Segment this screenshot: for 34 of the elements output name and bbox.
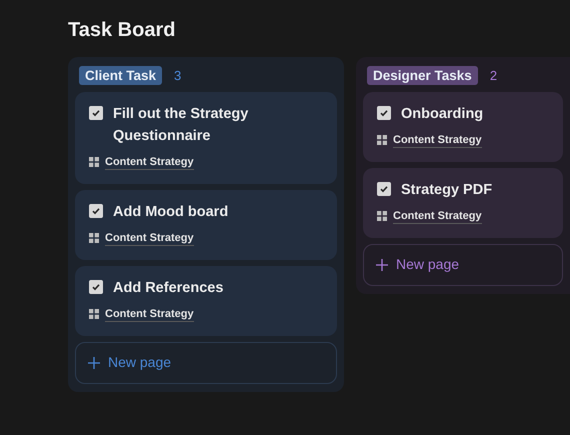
- grid-icon: [89, 233, 99, 243]
- grid-icon: [89, 157, 99, 167]
- card-count: 2: [490, 67, 498, 85]
- plus-icon: [376, 258, 388, 270]
- checkbox[interactable]: [89, 106, 103, 120]
- group-tag: Client Task: [79, 66, 162, 86]
- task-card[interactable]: Onboarding Content Strategy: [363, 92, 563, 162]
- card-count: 3: [174, 67, 182, 85]
- checkbox[interactable]: [89, 204, 103, 218]
- task-title: Add References: [113, 278, 224, 298]
- checkbox[interactable]: [89, 280, 103, 294]
- relation-link[interactable]: Content Strategy: [105, 306, 194, 322]
- relation-link[interactable]: Content Strategy: [393, 208, 482, 224]
- task-card[interactable]: Add Mood board Content Strategy: [75, 190, 337, 260]
- checkbox[interactable]: [377, 106, 391, 120]
- relation-link[interactable]: Content Strategy: [105, 230, 194, 246]
- task-card[interactable]: Fill out the Strategy Questionnaire Content Strategy: [75, 92, 337, 184]
- grid-icon: [89, 309, 99, 319]
- task-card[interactable]: Add References Content Strategy: [75, 266, 337, 336]
- task-title: Onboarding: [401, 104, 484, 124]
- relation-link[interactable]: Content Strategy: [393, 132, 482, 148]
- task-title: Strategy PDF: [401, 180, 492, 200]
- new-page-button[interactable]: New page: [363, 244, 563, 286]
- relation-link[interactable]: Content Strategy: [105, 154, 194, 170]
- task-title: Add Mood board: [113, 202, 228, 222]
- page-title: Task Board: [68, 18, 176, 43]
- grid-icon: [377, 135, 387, 145]
- checkbox[interactable]: [377, 182, 391, 196]
- grid-icon: [377, 211, 387, 221]
- plus-icon: [88, 356, 100, 368]
- task-title: Fill out the Strategy Questionnaire: [113, 104, 250, 146]
- task-card[interactable]: Strategy PDF Content Strategy: [363, 168, 563, 238]
- group-tag: Designer Tasks: [367, 66, 478, 86]
- new-page-button[interactable]: New page: [75, 342, 337, 384]
